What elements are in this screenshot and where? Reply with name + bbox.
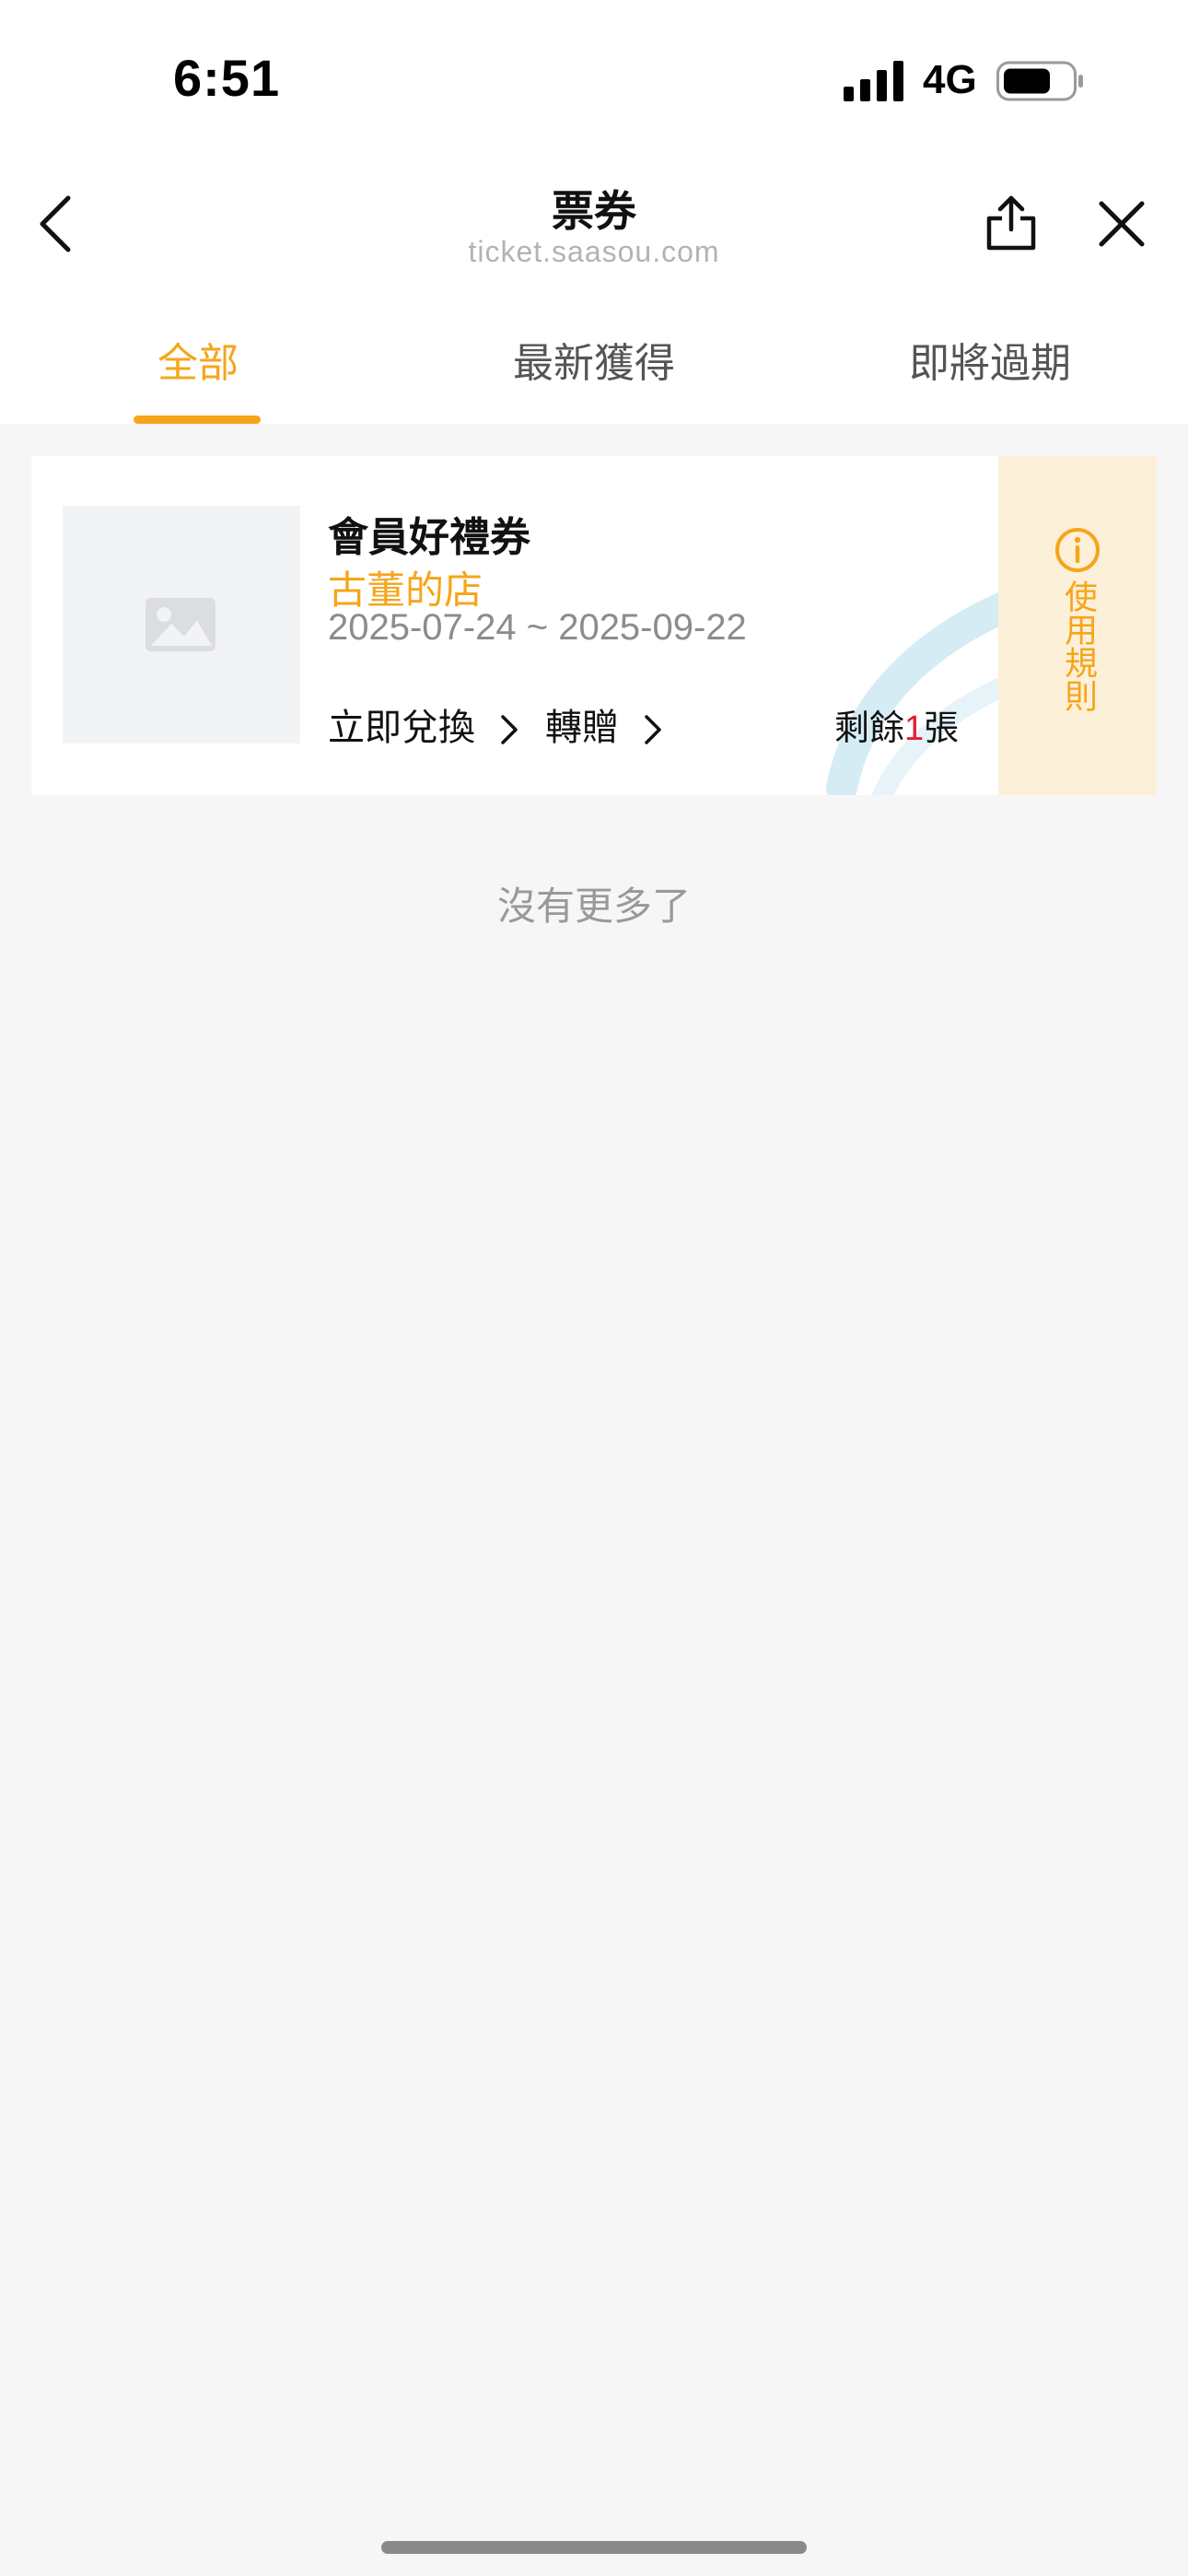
home-indicator[interactable] bbox=[381, 2541, 807, 2554]
gift-label: 轉贈 bbox=[545, 707, 619, 749]
chevron-right-icon bbox=[644, 715, 661, 744]
network-type: 4G bbox=[923, 57, 977, 102]
remaining-prefix: 剩餘 bbox=[834, 708, 905, 748]
nav-header: 票券 ticket.saasou.com bbox=[0, 152, 1188, 295]
info-icon bbox=[1055, 528, 1100, 572]
remaining-number: 1 bbox=[904, 709, 925, 748]
active-tab-indicator bbox=[134, 416, 261, 424]
end-of-list-text: 沒有更多了 bbox=[496, 884, 691, 929]
close-icon[interactable] bbox=[1098, 200, 1146, 248]
battery-icon bbox=[996, 61, 1083, 101]
chevron-right-icon bbox=[500, 715, 518, 744]
redeem-label: 立即兌換 bbox=[328, 707, 475, 749]
status-time: 6:51 bbox=[173, 49, 281, 107]
signal-strength-icon bbox=[844, 61, 903, 101]
usage-rules-button[interactable]: 使用規則 bbox=[998, 456, 1157, 795]
remaining-count: 剩餘1張 bbox=[834, 699, 959, 750]
usage-rules-label: 使用規則 bbox=[1059, 580, 1097, 712]
tab-newest[interactable]: 最新獲得 bbox=[396, 330, 792, 389]
coupon-image-placeholder bbox=[63, 506, 300, 744]
coupon-title: 會員好禮券 bbox=[328, 514, 530, 561]
tab-bar: 全部 最新獲得 即將過期 bbox=[0, 295, 1188, 424]
gift-button[interactable]: 轉贈 bbox=[545, 697, 662, 751]
redeem-button[interactable]: 立即兌換 bbox=[328, 697, 518, 751]
tab-all[interactable]: 全部 bbox=[0, 330, 396, 389]
remaining-suffix: 張 bbox=[924, 708, 960, 748]
tab-expiring[interactable]: 即將過期 bbox=[792, 330, 1188, 389]
status-bar: 6:51 4G bbox=[0, 0, 1188, 152]
coupon-card[interactable]: 會員好禮券 古董的店 2025-07-24 ~ 2025-09-22 立即兌換 … bbox=[31, 456, 1157, 795]
share-icon[interactable] bbox=[984, 193, 1039, 252]
image-placeholder-icon bbox=[146, 598, 215, 651]
coupon-validity: 2025-07-24 ~ 2025-09-22 bbox=[328, 607, 747, 648]
